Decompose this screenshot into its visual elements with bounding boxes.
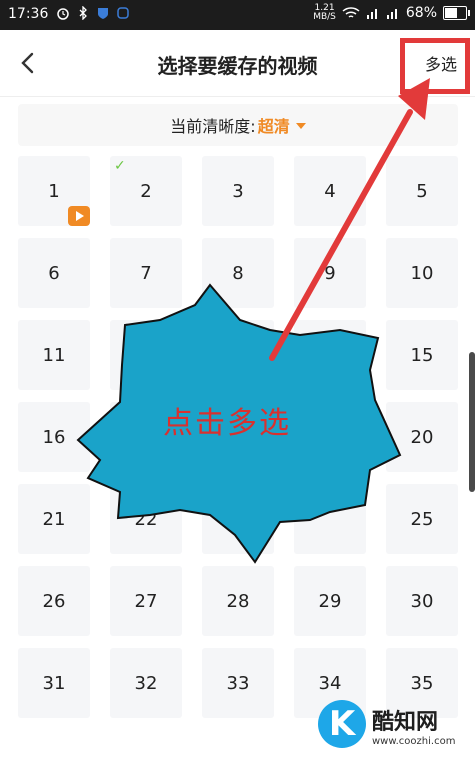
episode-cell[interactable]: 27 xyxy=(110,566,182,636)
episode-number: 22 xyxy=(134,508,158,530)
episode-number: 31 xyxy=(42,672,66,694)
episode-cell[interactable]: 26 xyxy=(18,566,90,636)
episode-number: 20 xyxy=(410,426,434,448)
episode-cell[interactable]: 25 xyxy=(386,484,458,554)
episode-number: 30 xyxy=(410,590,434,612)
shield-icon xyxy=(98,8,108,19)
episode-number: 10 xyxy=(410,262,434,284)
episode-cell[interactable]: 10 xyxy=(386,238,458,308)
episode-number: 29 xyxy=(318,590,342,612)
net-speed-unit: MB/S xyxy=(313,12,336,22)
episode-cell[interactable]: 33 xyxy=(202,648,274,718)
episode-cell[interactable] xyxy=(294,402,366,472)
bluetooth-icon xyxy=(79,6,87,20)
notification-icon xyxy=(117,7,129,19)
episode-cell[interactable]: 9 xyxy=(294,238,366,308)
watermark-name: 酷知网 xyxy=(372,710,439,735)
cached-check-icon: ✓ xyxy=(114,158,126,174)
episode-number: 21 xyxy=(42,508,66,530)
net-speed: 1.21 MB/S xyxy=(313,4,336,22)
episode-number: 9 xyxy=(324,262,336,284)
annotation-highlight-box xyxy=(400,38,470,94)
episode-cell[interactable]: 29 xyxy=(294,566,366,636)
episode-cell[interactable]: 7 xyxy=(110,238,182,308)
episode-number: 33 xyxy=(226,672,250,694)
episode-number: 1 xyxy=(48,180,60,202)
quality-value: 超清 xyxy=(257,117,290,136)
episode-number: 7 xyxy=(140,262,152,284)
episode-cell[interactable]: 28 xyxy=(202,566,274,636)
battery-percent: 68% xyxy=(405,5,437,21)
annotation-callout-text: 点击多选 xyxy=(163,406,291,441)
episode-cell[interactable]: 11 xyxy=(18,320,90,390)
episode-cell[interactable]: 30 xyxy=(386,566,458,636)
episode-number: 34 xyxy=(318,672,342,694)
episode-cell[interactable]: 31 xyxy=(18,648,90,718)
episode-cell[interactable]: 15 xyxy=(386,320,458,390)
wifi-icon xyxy=(342,7,360,18)
episode-cell[interactable] xyxy=(294,484,366,554)
episode-cell[interactable]: 1 xyxy=(18,156,90,226)
episode-number: 2 xyxy=(140,180,152,202)
episode-cell[interactable]: 6 xyxy=(18,238,90,308)
status-icons-right: 1.21 MB/S 68% xyxy=(313,4,470,22)
status-bar: 17:36 1.21 MB/S 68% xyxy=(0,0,475,30)
watermark-logo: K xyxy=(318,700,366,748)
watermark: K 酷知网 www.coozhi.com xyxy=(318,700,468,756)
episode-cell[interactable]: 8 xyxy=(202,238,274,308)
episode-number: 5 xyxy=(416,180,428,202)
episode-number: 3 xyxy=(232,180,244,202)
episode-number: 6 xyxy=(48,262,60,284)
episode-number: 32 xyxy=(134,672,158,694)
episode-cell[interactable]: 21 xyxy=(18,484,90,554)
quality-label: 当前清晰度: xyxy=(170,117,256,136)
episode-number: 26 xyxy=(42,590,66,612)
episode-cell[interactable]: 22 xyxy=(110,484,182,554)
episode-cell[interactable]: 2 ✓ xyxy=(110,156,182,226)
signal-icon xyxy=(366,9,377,19)
quality-selector[interactable]: 当前清晰度: 超清 xyxy=(18,104,458,146)
episode-cell[interactable]: 20 xyxy=(386,402,458,472)
episode-number: 4 xyxy=(324,180,336,202)
episode-cell[interactable] xyxy=(110,320,182,390)
episode-number: 28 xyxy=(226,590,250,612)
episode-number: 8 xyxy=(232,262,244,284)
episode-cell[interactable]: 5 xyxy=(386,156,458,226)
watermark-url: www.coozhi.com xyxy=(372,736,456,747)
signal-4g-icon xyxy=(386,9,397,19)
episode-cell[interactable] xyxy=(202,484,274,554)
episode-cell[interactable]: 16 xyxy=(18,402,90,472)
episode-number: 35 xyxy=(410,672,434,694)
episode-cell[interactable] xyxy=(294,320,366,390)
episode-number: 11 xyxy=(42,344,66,366)
episode-number: 27 xyxy=(134,590,158,612)
status-time: 17:36 xyxy=(8,6,49,22)
status-icons-left xyxy=(56,6,130,20)
episode-number: 15 xyxy=(410,344,434,366)
battery-icon xyxy=(443,6,470,20)
episode-cell[interactable]: 3 xyxy=(202,156,274,226)
alarm-icon xyxy=(57,8,69,20)
caret-down-icon xyxy=(295,123,306,129)
episode-number: 16 xyxy=(42,426,66,448)
episode-cell[interactable] xyxy=(202,320,274,390)
playing-badge-icon xyxy=(68,206,90,226)
episode-cell[interactable]: 32 xyxy=(110,648,182,718)
episode-cell[interactable]: 4 xyxy=(294,156,366,226)
episode-number: 25 xyxy=(410,508,434,530)
scrollbar-thumb[interactable] xyxy=(469,352,475,492)
